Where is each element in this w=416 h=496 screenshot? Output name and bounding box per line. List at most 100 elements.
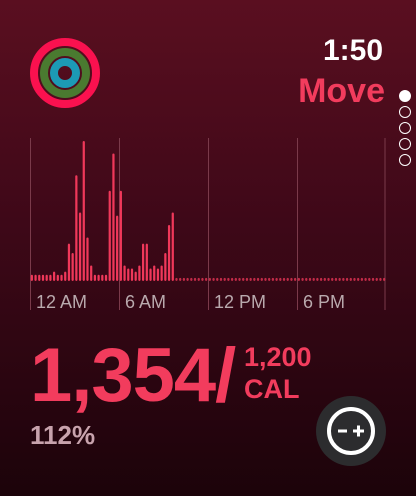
chart-bar	[383, 277, 386, 281]
chart-bar	[78, 212, 82, 281]
calories-unit: CAL	[244, 374, 300, 404]
page-dot	[399, 138, 411, 150]
chart-bar	[260, 277, 263, 281]
chart-bar	[323, 277, 326, 281]
chart-bar	[30, 274, 33, 281]
chart-bar	[56, 274, 59, 281]
chart-bar	[227, 277, 230, 281]
chart-bar	[345, 277, 349, 281]
chart-bar	[71, 253, 74, 281]
activity-rings-icon[interactable]	[28, 36, 102, 110]
chart-bar	[64, 271, 67, 281]
chart-bar	[308, 277, 312, 281]
chart-bar	[145, 243, 148, 281]
chart-bar	[86, 237, 89, 281]
hourly-calories-chart: 12 AM 6 AM 12 PM 6 PM	[30, 138, 386, 312]
chart-bar	[282, 277, 286, 281]
ring-title: Move	[298, 72, 385, 110]
chart-bar	[234, 277, 237, 281]
chart-bar	[216, 277, 219, 281]
chart-bar	[60, 274, 63, 281]
chart-bar	[319, 277, 323, 281]
chart-bar	[90, 265, 93, 281]
chart-bar	[149, 268, 152, 281]
page-dot	[399, 106, 411, 118]
chart-bar	[268, 277, 271, 281]
chart-bar	[171, 212, 174, 281]
chart-bar	[153, 265, 156, 281]
chart-bar	[112, 153, 115, 281]
chart-bar	[164, 253, 167, 281]
chart-bar	[360, 277, 364, 281]
chart-bar	[93, 274, 97, 281]
chart-bar	[134, 271, 137, 281]
chart-bar	[294, 277, 297, 281]
chart-x-tick-label: 12 PM	[214, 292, 266, 312]
chart-bar	[238, 277, 241, 281]
page-dot	[399, 154, 411, 166]
chart-bar	[264, 277, 267, 281]
chart-bar	[349, 277, 352, 281]
chart-bar	[193, 277, 197, 281]
chart-bar	[130, 268, 134, 281]
adjust-goal-button[interactable]	[316, 396, 386, 466]
chart-bar	[297, 277, 300, 281]
chart-bar	[101, 274, 104, 281]
chart-bar	[230, 277, 234, 281]
chart-bar	[279, 277, 282, 281]
chart-bar	[197, 277, 200, 281]
chart-bar	[219, 277, 223, 281]
chart-bar	[160, 265, 163, 281]
chart-bar	[116, 215, 119, 281]
chart-bar	[108, 190, 111, 281]
chart-bar	[364, 277, 367, 281]
chart-bar	[182, 277, 186, 281]
calories-goal: 1,200	[244, 342, 312, 372]
chart-bar	[342, 277, 345, 281]
chart-bar	[104, 274, 108, 281]
chart-bar	[212, 277, 215, 281]
page-indicator	[399, 90, 413, 170]
chart-bar	[45, 274, 48, 281]
chart-bar	[379, 277, 382, 281]
chart-bar	[75, 175, 78, 281]
chart-bar	[338, 277, 341, 281]
chart-bar	[205, 277, 208, 281]
chart-bar	[82, 141, 85, 281]
chart-bar	[127, 268, 130, 281]
chart-bar	[67, 243, 71, 281]
chart-bar	[49, 274, 52, 281]
chart-bar	[334, 277, 338, 281]
chart-bar	[271, 277, 275, 281]
chart-bar	[357, 277, 360, 281]
chart-bar	[353, 277, 356, 281]
chart-bar	[190, 277, 193, 281]
chart-bar	[312, 277, 315, 281]
chart-x-tick-label: 12 AM	[36, 292, 87, 312]
chart-bar	[156, 268, 160, 281]
chart-bar	[327, 277, 330, 281]
chart-bar	[175, 277, 178, 281]
calories-total: 1,354/	[30, 333, 236, 418]
chart-bar	[208, 277, 211, 281]
page-dot	[399, 122, 411, 134]
clock-time: 1:50	[322, 34, 383, 67]
chart-bar	[123, 265, 126, 281]
chart-bar	[286, 277, 289, 281]
chart-bar	[253, 277, 256, 281]
chart-bar	[97, 274, 100, 281]
chart-bar	[371, 277, 375, 281]
chart-bar	[301, 277, 304, 281]
chart-bar	[201, 277, 204, 281]
chart-bar	[138, 265, 141, 281]
chart-bar	[290, 277, 293, 281]
page-dot	[399, 90, 411, 102]
chart-bar	[305, 277, 308, 281]
chart-bar	[245, 277, 249, 281]
chart-bar	[38, 274, 41, 281]
chart-bar	[223, 277, 226, 281]
chart-x-tick-label: 6 AM	[125, 292, 166, 312]
chart-bar	[119, 190, 122, 281]
chart-bar	[34, 274, 37, 281]
chart-bar	[179, 277, 182, 281]
